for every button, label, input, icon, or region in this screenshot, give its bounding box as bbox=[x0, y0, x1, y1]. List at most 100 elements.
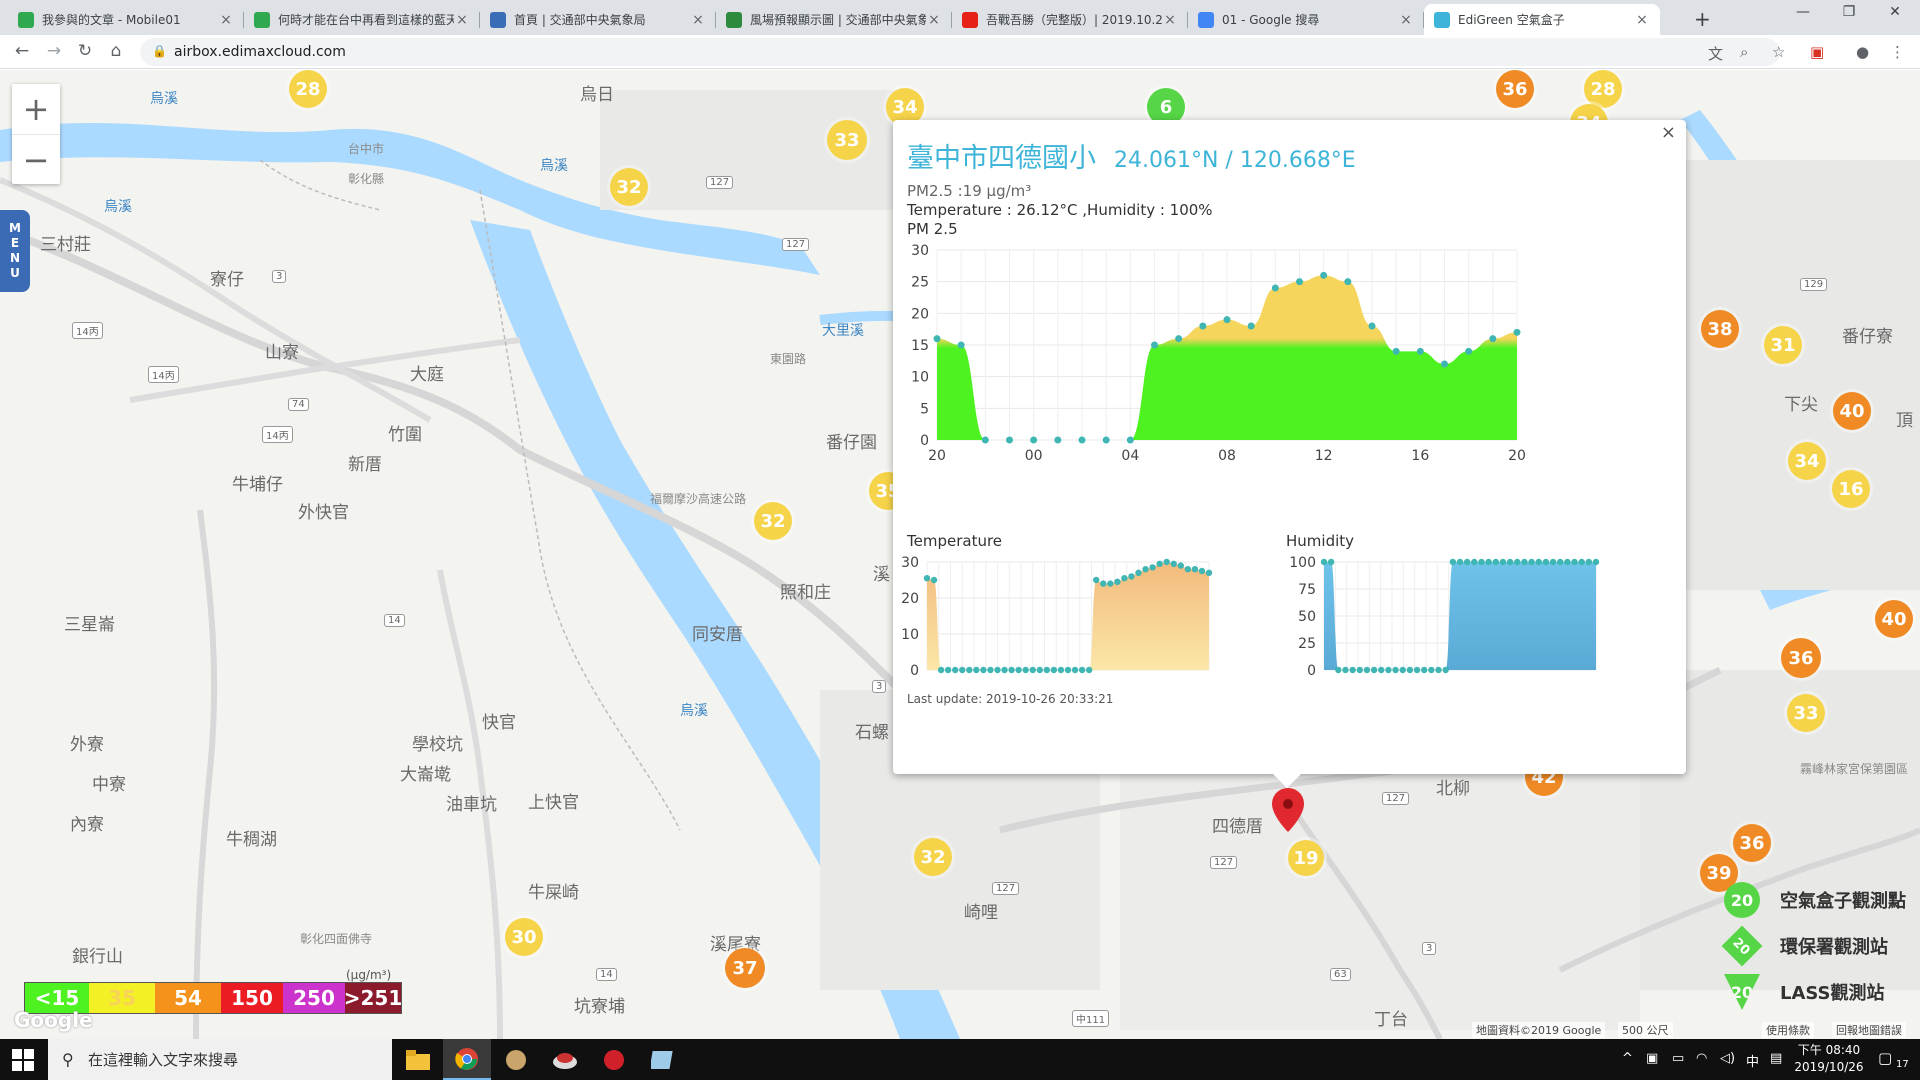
zoom-out-button[interactable]: − bbox=[12, 134, 60, 184]
app2-taskbar-icon[interactable] bbox=[541, 1039, 589, 1080]
map-place-label: 頂 bbox=[1896, 411, 1913, 431]
data-point bbox=[1085, 666, 1093, 674]
popup-close-button[interactable]: × bbox=[1661, 122, 1676, 143]
chrome-taskbar-icon[interactable] bbox=[443, 1039, 491, 1080]
minimize-button[interactable]: — bbox=[1780, 4, 1826, 20]
data-point bbox=[1416, 347, 1424, 355]
data-point bbox=[1478, 558, 1485, 566]
station-marker[interactable]: 40 bbox=[1875, 600, 1913, 638]
station-marker[interactable]: 38 bbox=[1701, 310, 1739, 348]
tab-close-icon[interactable]: × bbox=[218, 12, 234, 28]
station-marker[interactable]: 36 bbox=[1781, 638, 1821, 678]
taskbar-search-box[interactable]: ⚲ 在這裡輸入文字來搜尋 bbox=[48, 1039, 392, 1080]
station-marker[interactable]: 31 bbox=[1764, 326, 1802, 364]
data-point bbox=[1356, 666, 1363, 674]
map-place-label: 三星崙 bbox=[64, 615, 115, 635]
data-point bbox=[981, 436, 989, 444]
station-marker[interactable]: 16 bbox=[1832, 470, 1870, 508]
pm-legend-item: 54 bbox=[155, 983, 221, 1013]
y-tick-label: 10 bbox=[901, 627, 919, 643]
station-name: 臺中市四德國小 bbox=[907, 143, 1096, 174]
pm-legend-item: 35 bbox=[89, 983, 155, 1013]
attribution-item[interactable]: 使用條款 bbox=[1762, 1022, 1814, 1038]
station-marker[interactable]: 36 bbox=[1496, 70, 1534, 108]
menu-letter: N bbox=[9, 251, 21, 265]
station-marker[interactable]: 34 bbox=[1788, 442, 1826, 480]
browser-tab[interactable]: 何時才能在台中再看到這樣的藍天 × bbox=[244, 4, 480, 35]
x-tick-label: 20 bbox=[928, 448, 946, 464]
extension-icon[interactable]: ▣ bbox=[1810, 43, 1824, 61]
data-point bbox=[1064, 666, 1072, 674]
app4-taskbar-icon[interactable] bbox=[639, 1039, 687, 1080]
selected-location-pin-icon[interactable] bbox=[1272, 788, 1304, 832]
station-marker[interactable]: 28 bbox=[289, 70, 327, 108]
tab-close-icon[interactable]: × bbox=[1634, 12, 1650, 28]
station-marker[interactable]: 28 bbox=[1584, 70, 1622, 108]
browser-tab[interactable]: 01 - Google 搜尋 × bbox=[1188, 4, 1424, 35]
forward-icon[interactable]: → bbox=[42, 41, 66, 61]
app-taskbar-icon[interactable] bbox=[492, 1039, 540, 1080]
tray-expand-icon[interactable]: ^ bbox=[1622, 1051, 1633, 1066]
ime-indicator[interactable]: 中 bbox=[1746, 1051, 1759, 1070]
zoom-in-button[interactable]: + bbox=[12, 84, 60, 134]
home-icon[interactable]: ⌂ bbox=[104, 41, 128, 61]
browser-tab[interactable]: 風場預報顯示圖 | 交通部中央氣象局 × bbox=[716, 4, 952, 35]
restore-button[interactable]: ❐ bbox=[1826, 4, 1872, 20]
tab-close-icon[interactable]: × bbox=[1162, 12, 1178, 28]
browser-tab[interactable]: EdiGreen 空氣盒子 × bbox=[1424, 4, 1660, 35]
tab-close-icon[interactable]: × bbox=[926, 12, 942, 28]
menu-tab[interactable]: MENU bbox=[0, 210, 30, 292]
address-bar[interactable]: 🔒 airbox.edimaxcloud.com bbox=[140, 38, 1780, 66]
station-marker[interactable]: 33 bbox=[827, 120, 867, 160]
road-number-shield: 3 bbox=[872, 680, 887, 693]
file-explorer-icon[interactable] bbox=[394, 1039, 442, 1080]
translate-icon[interactable]: 文 bbox=[1708, 43, 1723, 64]
battery-icon[interactable]: ▭ bbox=[1672, 1051, 1684, 1066]
reload-icon[interactable]: ↻ bbox=[73, 41, 97, 61]
station-marker[interactable]: 32 bbox=[754, 502, 792, 540]
windows-start-icon[interactable] bbox=[12, 1049, 34, 1071]
taskbar-clock[interactable]: 下午 08:40 2019/10/26 bbox=[1790, 1042, 1868, 1076]
temperature-area-chart: 0 10 20 30 bbox=[901, 555, 1213, 679]
browser-tab[interactable]: 吾戰吾勝（完整版）| 2019.10.2 × bbox=[952, 4, 1188, 35]
tab-close-icon[interactable]: × bbox=[690, 12, 706, 28]
station-marker[interactable]: 32 bbox=[610, 168, 648, 206]
tray-app-icon[interactable]: ▣ bbox=[1646, 1051, 1658, 1066]
station-marker[interactable]: 36 bbox=[1733, 824, 1771, 862]
new-tab-button[interactable]: + bbox=[1694, 7, 1711, 31]
station-marker[interactable]: 37 bbox=[725, 948, 765, 988]
back-icon[interactable]: ← bbox=[10, 41, 34, 61]
tab-close-icon[interactable]: × bbox=[454, 12, 470, 28]
data-point bbox=[980, 666, 987, 674]
station-marker[interactable]: 40 bbox=[1833, 392, 1871, 430]
map-place-label: 三村莊 bbox=[40, 235, 91, 255]
y-tick-label: 25 bbox=[1298, 636, 1316, 652]
data-point bbox=[1001, 666, 1008, 674]
zoom-icon[interactable]: ⌕ bbox=[1740, 43, 1748, 61]
wifi-icon[interactable]: ◠ bbox=[1696, 1051, 1707, 1066]
notification-icon[interactable]: ▢ bbox=[1878, 1049, 1892, 1067]
attribution-item[interactable]: 回報地圖錯誤 bbox=[1832, 1022, 1906, 1038]
chrome-menu-icon[interactable]: ⋮ bbox=[1890, 43, 1905, 61]
ime-mode-icon[interactable]: ▤ bbox=[1770, 1051, 1782, 1066]
profile-icon[interactable]: ● bbox=[1856, 43, 1869, 61]
bookmark-star-icon[interactable]: ☆ bbox=[1772, 43, 1785, 61]
search-icon: ⚲ bbox=[62, 1050, 74, 1069]
data-point bbox=[1413, 666, 1421, 674]
map-canvas[interactable]: 烏日 三村莊 寮仔 山寮 大庭 竹圍 新厝 牛埔仔 外快官 三星崙 番仔園 照和庄 同安厝 快官 學校坑 外寮… bbox=[0, 70, 1920, 1039]
browser-tab[interactable]: 首頁 | 交通部中央氣象局 × bbox=[480, 4, 716, 35]
attribution-item: 地圖資料©2019 Google bbox=[1472, 1022, 1606, 1038]
station-marker[interactable]: 33 bbox=[1787, 694, 1825, 732]
station-marker[interactable]: 32 bbox=[914, 838, 952, 876]
data-point bbox=[1342, 666, 1349, 674]
station-marker[interactable]: 30 bbox=[505, 918, 543, 956]
tab-close-icon[interactable]: × bbox=[1398, 12, 1414, 28]
data-point bbox=[1271, 284, 1279, 292]
app3-taskbar-icon[interactable] bbox=[590, 1039, 638, 1080]
close-window-button[interactable]: ✕ bbox=[1872, 4, 1918, 20]
browser-tab[interactable]: 我參與的文章 - Mobile01 × bbox=[8, 4, 244, 35]
data-point bbox=[1492, 558, 1499, 566]
station-marker[interactable]: 19 bbox=[1288, 840, 1324, 876]
volume-icon[interactable]: ◁) bbox=[1720, 1051, 1735, 1066]
road-number-shield: 127 bbox=[992, 882, 1020, 895]
